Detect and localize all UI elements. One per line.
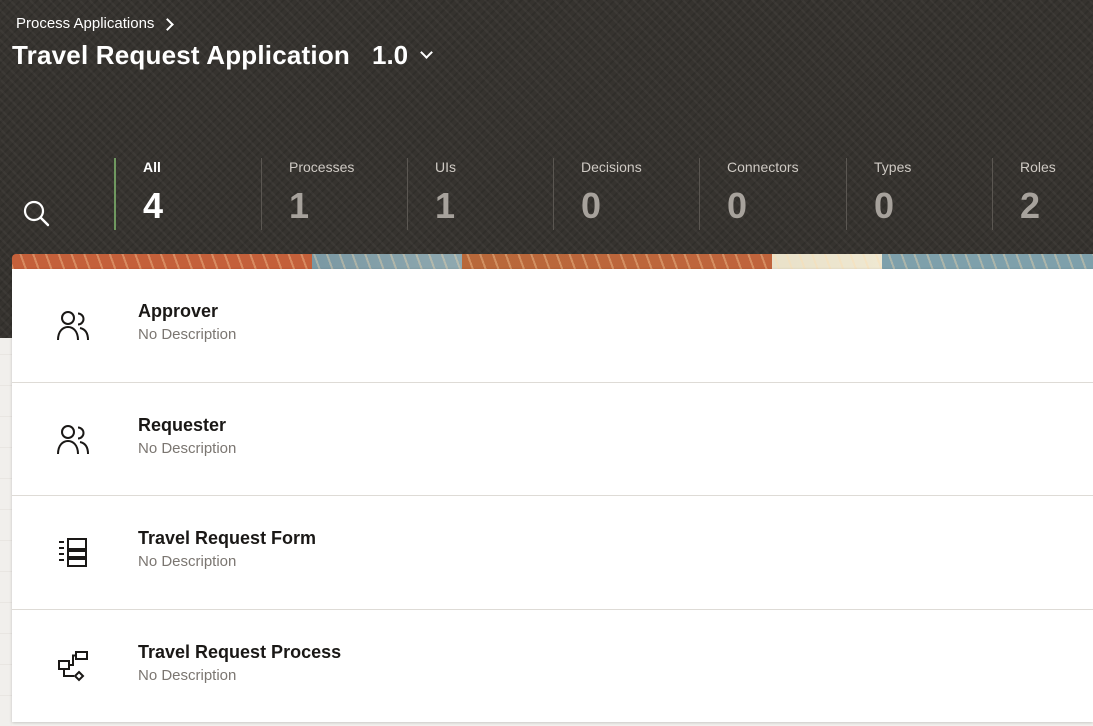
breadcrumb[interactable]: Process Applications: [16, 15, 175, 32]
tab-label: Connectors: [727, 159, 799, 175]
tab-all[interactable]: All 4: [114, 158, 260, 230]
tab-types[interactable]: Types 0: [846, 158, 992, 230]
breadcrumb-link[interactable]: Process Applications: [16, 15, 154, 32]
tab-count: 1: [435, 185, 456, 226]
item-description: No Description: [138, 553, 237, 570]
item-title: Travel Request Process: [138, 641, 342, 662]
tab-count: 0: [874, 185, 895, 226]
tab-count: 4: [143, 185, 164, 226]
tab-label: Roles: [1020, 159, 1056, 175]
tab-roles[interactable]: Roles 2: [992, 158, 1093, 230]
tab-processes[interactable]: Processes 1: [261, 158, 407, 230]
tab-label: All: [143, 159, 161, 175]
chevron-right-icon: [161, 17, 175, 31]
form-icon: [59, 538, 87, 567]
tab-uis[interactable]: UIs 1: [407, 158, 553, 230]
item-title: Requester: [138, 414, 227, 435]
tab-label: Processes: [289, 159, 355, 175]
decorative-banner: [12, 254, 1093, 269]
users-icon: [57, 311, 89, 341]
tab-count: 0: [581, 185, 602, 226]
background-strip: [0, 338, 12, 726]
item-description: No Description: [138, 326, 237, 343]
list-item[interactable]: Approver No Description: [12, 269, 1093, 383]
item-title: Approver: [138, 301, 219, 321]
version-selector[interactable]: 1.0: [372, 40, 408, 71]
users-icon: [57, 424, 89, 454]
tab-label: Decisions: [581, 159, 642, 175]
list-item[interactable]: Travel Request Form No Description: [12, 496, 1093, 610]
item-description: No Description: [138, 666, 237, 684]
tab-decisions[interactable]: Decisions 0: [553, 158, 699, 230]
tab-label: UIs: [435, 159, 456, 175]
tab-label: Types: [874, 159, 912, 175]
tab-connectors[interactable]: Connectors 0: [699, 158, 845, 230]
item-description: No Description: [138, 439, 237, 457]
search-icon[interactable]: [22, 199, 50, 227]
chevron-down-icon[interactable]: [420, 46, 434, 59]
list-item[interactable]: Travel Request Process No Description: [12, 610, 1093, 724]
tab-count: 2: [1020, 185, 1041, 226]
item-title: Travel Request Form: [138, 528, 317, 548]
process-icon: [58, 650, 88, 681]
page-title: Travel Request Application: [12, 40, 350, 70]
title-row: Travel Request Application 1.0: [12, 40, 434, 71]
tab-count: 1: [289, 185, 310, 226]
tab-count: 0: [727, 185, 748, 226]
list-item[interactable]: Requester No Description: [12, 383, 1093, 496]
artifact-list: Approver No Description Requester No Des…: [12, 269, 1093, 722]
